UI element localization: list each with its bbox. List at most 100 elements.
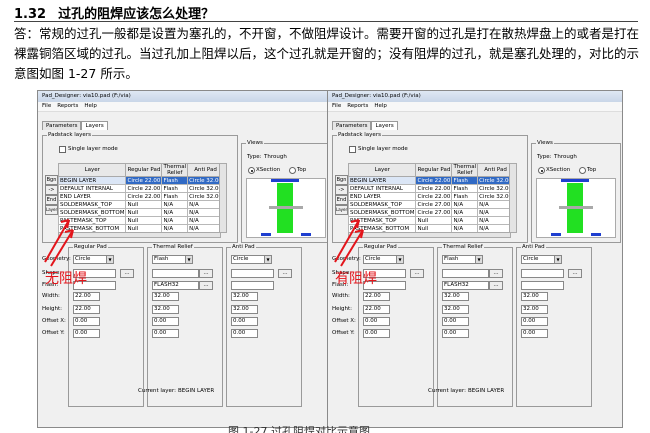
offset-y-input[interactable]: 0.00	[521, 329, 548, 338]
shape-input[interactable]	[521, 269, 564, 278]
layer-row[interactable]: DEFAULT INTERNAL Circle 22.00 Flash Circ…	[57, 184, 225, 193]
regular-pad-cell: Null	[125, 216, 163, 225]
flash-input[interactable]: FLASH32	[152, 281, 199, 290]
layer-row[interactable]: SOLDERMASK_TOP Null N/A N/A	[57, 200, 225, 209]
end-layer-button[interactable]: End	[335, 195, 348, 205]
flash-browse-button[interactable]: ...	[489, 281, 503, 290]
regular-pad-cell: Circle 27.00	[415, 208, 453, 217]
tab-parameters[interactable]: Parameters	[332, 121, 372, 130]
tab-parameters[interactable]: Parameters	[42, 121, 82, 130]
height-input[interactable]: 32.00	[521, 305, 548, 314]
flash-browse-button[interactable]: ...	[199, 281, 213, 290]
regular-pad-cell: Circle 22.00	[125, 184, 163, 193]
tab-layers[interactable]: Layers	[371, 121, 398, 130]
shape-input[interactable]	[152, 269, 199, 278]
red-arrow-icon	[340, 229, 364, 267]
layer-name-cell: SOLDERMASK_TOP	[347, 200, 417, 209]
width-input[interactable]: 32.00	[442, 292, 469, 301]
single-layer-checkbox[interactable]	[349, 146, 356, 153]
xsection-radio[interactable]	[248, 167, 255, 174]
offset-y-input[interactable]: 0.00	[442, 329, 469, 338]
browse-button[interactable]: ...	[568, 269, 582, 278]
field-label: Height:	[42, 306, 63, 312]
width-input[interactable]: 32.00	[231, 292, 258, 301]
thermal-relief-cell: N/A	[451, 208, 479, 217]
thermal-relief-cell: Flash	[451, 192, 479, 201]
browse-button[interactable]: ...	[199, 269, 213, 278]
menu-help[interactable]: Help	[84, 103, 97, 109]
top-view-radio[interactable]	[579, 167, 586, 174]
thermal-relief-cell: N/A	[161, 208, 189, 217]
menu-file[interactable]: File	[42, 103, 51, 109]
flash-input[interactable]	[521, 281, 564, 290]
menu-help[interactable]: Help	[374, 103, 387, 109]
offset-x-input[interactable]: 0.00	[442, 317, 469, 326]
offset-y-input[interactable]: 0.00	[73, 329, 100, 338]
offset-y-input[interactable]: 0.00	[152, 329, 179, 338]
geometry-select[interactable]: Flash ▼	[152, 255, 193, 264]
offset-y-input[interactable]: 0.00	[231, 329, 258, 338]
geometry-select[interactable]: Circle ▼	[231, 255, 272, 264]
offset-x-input[interactable]: 0.00	[521, 317, 548, 326]
layer-row[interactable]: BEGIN LAYER Circle 22.00 Flash Circle 32…	[347, 176, 515, 185]
thermal-relief-cell: Flash	[161, 176, 189, 185]
tab-bar: Parameters Layers	[42, 121, 108, 130]
menu-reports[interactable]: Reports	[57, 103, 78, 109]
flash-input[interactable]: FLASH32	[442, 281, 489, 290]
browse-button[interactable]: ...	[120, 269, 134, 278]
section-title: 过孔的阻焊应该怎么处理？	[58, 7, 215, 22]
width-input[interactable]: 32.00	[152, 292, 179, 301]
column-header-layer: Layer	[57, 163, 127, 177]
table-vertical-scrollbar[interactable]	[509, 163, 517, 233]
type-label: Type:	[247, 154, 262, 160]
height-input[interactable]: 32.00	[231, 305, 258, 314]
xsection-label: XSection	[546, 167, 571, 173]
layer-row[interactable]: END LAYER Circle 22.00 Flash Circle 32.0…	[347, 192, 515, 201]
menu-reports[interactable]: Reports	[347, 103, 368, 109]
menu-bar: File Reports Help	[38, 102, 332, 112]
next-layer-button[interactable]: ->	[45, 185, 58, 195]
width-input[interactable]: 22.00	[363, 292, 390, 301]
top-view-radio[interactable]	[289, 167, 296, 174]
layer-name-cell: END LAYER	[57, 192, 127, 201]
tab-bar: Parameters Layers	[332, 121, 398, 130]
anti-pad-label: Anti Pad	[521, 244, 546, 251]
tab-layers[interactable]: Layers	[81, 121, 108, 130]
geometry-value: Flash	[154, 256, 169, 262]
offset-x-input[interactable]: 0.00	[73, 317, 100, 326]
browse-button[interactable]: ...	[489, 269, 503, 278]
layer-row[interactable]: END LAYER Circle 22.00 Flash Circle 32.0…	[57, 192, 225, 201]
flash-input[interactable]	[231, 281, 274, 290]
xsection-radio[interactable]	[538, 167, 545, 174]
geometry-select[interactable]: Circle ▼	[521, 255, 562, 264]
height-input[interactable]: 32.00	[442, 305, 469, 314]
height-input[interactable]: 22.00	[73, 305, 100, 314]
next-layer-button[interactable]: ->	[335, 185, 348, 195]
single-layer-checkbox[interactable]	[59, 146, 66, 153]
browse-button[interactable]: ...	[278, 269, 292, 278]
shape-input[interactable]	[231, 269, 274, 278]
shape-input[interactable]	[442, 269, 489, 278]
table-vertical-scrollbar[interactable]	[219, 163, 227, 233]
menu-file[interactable]: File	[332, 103, 341, 109]
begin-layer-button[interactable]: Bgn	[45, 175, 58, 185]
end-layer-button[interactable]: End	[45, 195, 58, 205]
layer-row[interactable]: DEFAULT INTERNAL Circle 22.00 Flash Circ…	[347, 184, 515, 193]
red-arrow-icon	[50, 229, 74, 267]
top-pad-bar	[271, 179, 299, 182]
offset-y-input[interactable]: 0.00	[363, 329, 390, 338]
annotation-label: 无阻焊	[45, 271, 87, 287]
offset-x-input[interactable]: 0.00	[231, 317, 258, 326]
height-input[interactable]: 32.00	[152, 305, 179, 314]
offset-x-input[interactable]: 0.00	[363, 317, 390, 326]
geometry-select[interactable]: Flash ▼	[442, 255, 483, 264]
height-input[interactable]: 22.00	[363, 305, 390, 314]
layer-row[interactable]: BEGIN LAYER Circle 22.00 Flash Circle 32…	[57, 176, 225, 185]
begin-layer-button[interactable]: Bgn	[335, 175, 348, 185]
browse-button[interactable]: ...	[410, 269, 424, 278]
layer-row[interactable]: SOLDERMASK_TOP Circle 27.00 N/A N/A	[347, 200, 515, 209]
window-title: Pad_Designer: via10.pad (F:/via)	[38, 91, 332, 102]
offset-x-input[interactable]: 0.00	[152, 317, 179, 326]
width-input[interactable]: 22.00	[73, 292, 100, 301]
width-input[interactable]: 32.00	[521, 292, 548, 301]
